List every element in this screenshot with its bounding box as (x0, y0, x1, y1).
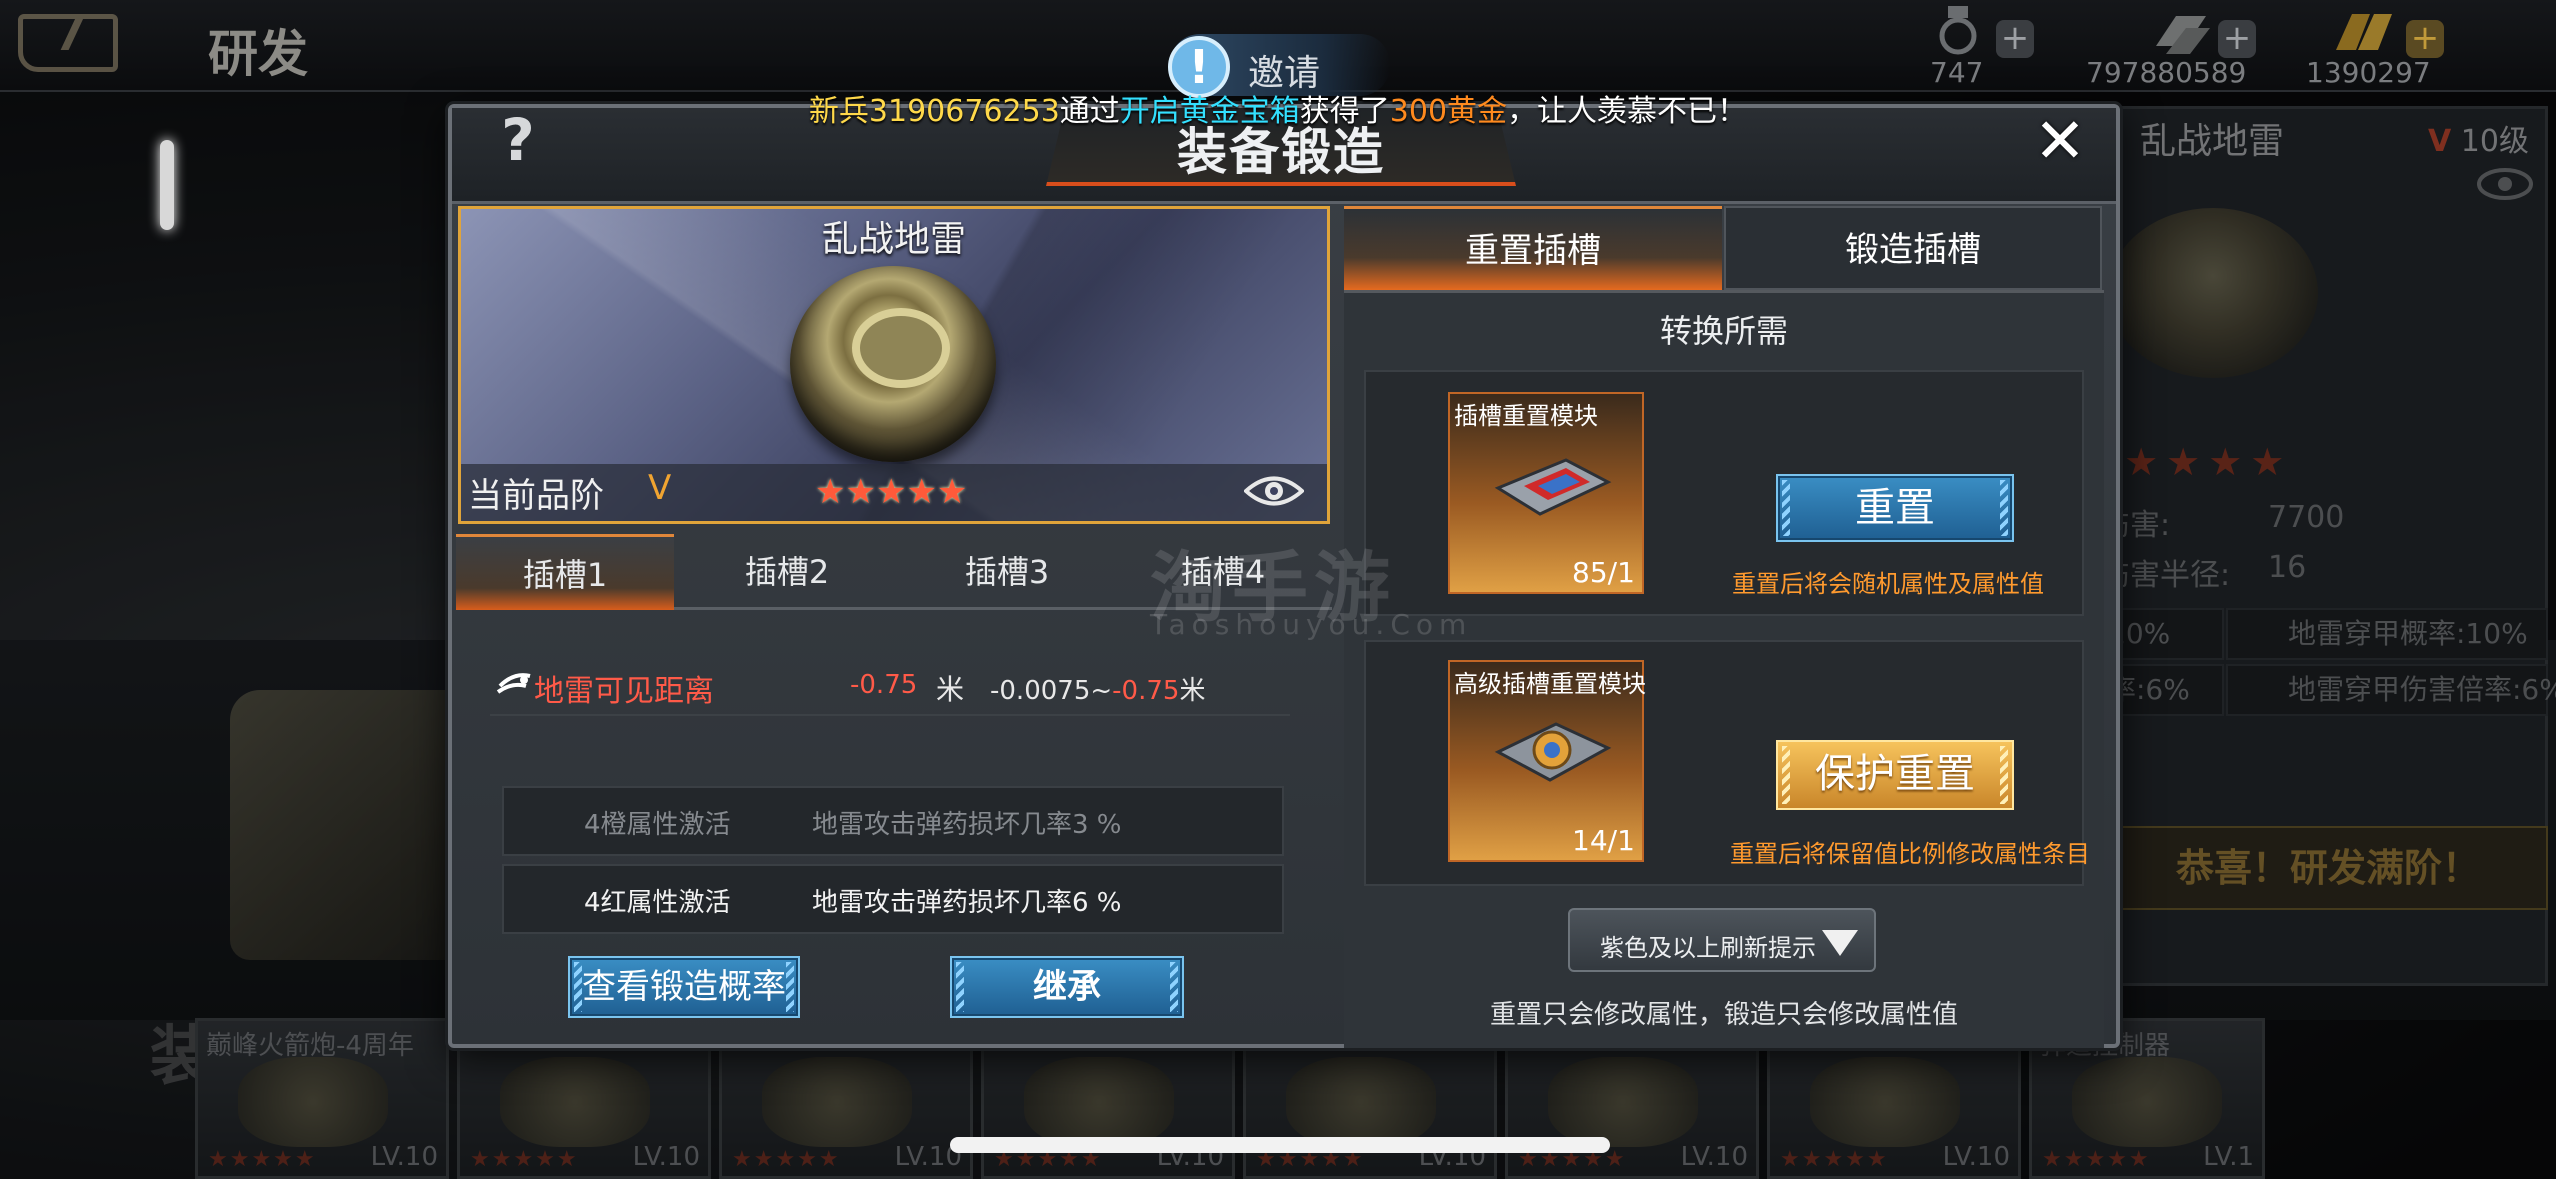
forge-mode-tabs: 重置插槽 锻造插槽 (1344, 206, 2104, 290)
broadcast-reward: 300黄金 (1389, 94, 1508, 129)
tab-slot-1[interactable]: 插槽1 (456, 534, 674, 610)
set-bonus-label: 4橙属性激活 (584, 810, 731, 840)
reset-button[interactable]: 重置 (1776, 474, 2014, 542)
tab-reset-slot[interactable]: 重置插槽 (1344, 206, 1722, 290)
attribute-unit: 米 (936, 673, 965, 706)
broadcast-text: 通过 (1059, 94, 1120, 129)
attribute-range-unit: 米 (1179, 676, 1206, 706)
silver-value: 797880589 (2086, 56, 2247, 89)
refresh-notice-dropdown[interactable]: 紫色及以上刷新提示 (1568, 908, 1876, 972)
tab-slot-2[interactable]: 插槽2 (678, 534, 896, 610)
broadcast-player: 新兵3190676253 (808, 94, 1060, 129)
protected-reset-hint: 重置后将保留值比例修改属性条目 (1730, 840, 2090, 868)
back-arrow-icon[interactable] (18, 14, 118, 72)
add-silver-button[interactable]: + (2218, 20, 2256, 58)
add-medals-button[interactable]: + (1996, 20, 2034, 58)
attribute-range-min: -0.0075~ (990, 676, 1113, 706)
home-indicator[interactable] (950, 1137, 1610, 1153)
dropdown-label: 紫色及以上刷新提示 (1600, 934, 1816, 962)
inherit-button[interactable]: 继承 (950, 956, 1184, 1018)
broadcast-text: 获得了 (1299, 94, 1390, 129)
medal-icon (1939, 6, 1977, 55)
broadcast-chest: 开启黄金宝箱 (1119, 94, 1300, 129)
set-bonus-desc: 地雷攻击弹药损坏几率6 % (812, 888, 1122, 918)
broadcast-message: 新兵3190676253通过开启黄金宝箱获得了300黄金，让人羡慕不已！ (0, 86, 2556, 130)
tab-slot-3[interactable]: 插槽3 (898, 534, 1116, 610)
set-bonus-row: 4红属性激活 地雷攻击弹药损坏几率6 % (502, 864, 1284, 934)
chip-module-icon (1494, 458, 1612, 516)
set-bonus-row: 4橙属性激活 地雷攻击弹药损坏几率3 % (502, 786, 1284, 856)
conversion-title: 转换所需 (1659, 312, 1788, 350)
module-name: 插槽重置模块 (1454, 402, 1598, 430)
item-stars: ★★★★★ (815, 472, 968, 512)
page-title: 研发 (208, 25, 308, 83)
protected-reset-button[interactable]: 保护重置 (1776, 740, 2014, 810)
chevron-down-icon (1822, 930, 1858, 956)
silver-bars-icon (2156, 16, 2210, 54)
medals-value: 747 (1930, 56, 1984, 89)
item-name: 乱战地雷 (821, 219, 966, 260)
reset-hint: 重置后将会随机属性及属性值 (1732, 570, 2044, 598)
grade-value: V (648, 468, 672, 508)
watermark-url: Taoshouyou.Com (1150, 608, 1473, 641)
attribute-value: -0.75 (850, 670, 918, 700)
grade-label: 当前品阶 (468, 476, 604, 516)
gold-bars-icon (2336, 14, 2392, 50)
tab-forge-slot[interactable]: 锻造插槽 (1724, 206, 2102, 290)
attribute-range: -0.0075~-0.75米 (990, 670, 1205, 707)
eye-icon[interactable] (1244, 472, 1304, 510)
set-bonus-label: 4红属性激活 (584, 888, 731, 918)
scroll-indicator (160, 140, 174, 230)
advanced-chip-module-icon (1494, 722, 1612, 782)
module-name: 高级插槽重置模块 (1454, 670, 1646, 698)
footer-note: 重置只会修改属性，锻造只会修改属性值 (1489, 1000, 1958, 1030)
attribute-range-max: -0.75 (1112, 676, 1180, 706)
attribute-name: 地雷可见距离 (534, 674, 714, 709)
module-count: 14/1 (1572, 824, 1635, 857)
module-count: 85/1 (1572, 556, 1635, 589)
broadcast-text: ，让人羡慕不已！ (1507, 94, 1748, 129)
landmine-image (790, 266, 996, 462)
view-forge-probability-button[interactable]: 查看锻造概率 (568, 956, 800, 1018)
wind-icon (496, 673, 531, 694)
gold-value: 1390297 (2306, 56, 2431, 89)
set-bonus-desc: 地雷攻击弹药损坏几率3 % (812, 810, 1122, 840)
add-gold-button[interactable]: + (2406, 20, 2444, 58)
